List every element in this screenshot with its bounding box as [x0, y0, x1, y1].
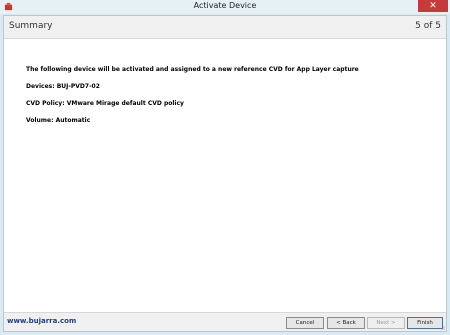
page-title: Summary [9, 21, 53, 31]
summary-content: The following device will be activated a… [26, 66, 426, 124]
wizard-header: Summary 5 of 5 [4, 16, 446, 39]
close-icon: ✕ [429, 1, 437, 11]
wizard-client-area: Summary 5 of 5 The following device will… [3, 15, 447, 332]
back-button[interactable]: < Back [327, 317, 365, 329]
window-title: Activate Device [193, 1, 257, 10]
summary-cvd-policy: CVD Policy: VMware Mirage default CVD po… [26, 100, 184, 107]
step-indicator: 5 of 5 [415, 21, 441, 31]
next-button[interactable]: Next > [367, 317, 405, 329]
finish-button[interactable]: Finish [407, 317, 443, 329]
watermark: www.bujarra.com [7, 317, 77, 325]
resize-grip-icon[interactable] [439, 324, 445, 330]
activate-device-window: Activate Device ✕ Summary 5 of 5 The fol… [0, 0, 450, 335]
title-bar[interactable]: Activate Device ✕ [0, 0, 450, 14]
summary-volume: Volume: Automatic [26, 117, 91, 124]
wizard-footer: www.bujarra.com Cancel < Back Next > Fin… [4, 312, 446, 331]
summary-intro: The following device will be activated a… [26, 66, 359, 73]
close-button[interactable]: ✕ [418, 0, 448, 12]
cancel-button[interactable]: Cancel [286, 317, 324, 329]
summary-devices: Devices: BUJ-PVD7-02 [26, 83, 100, 90]
